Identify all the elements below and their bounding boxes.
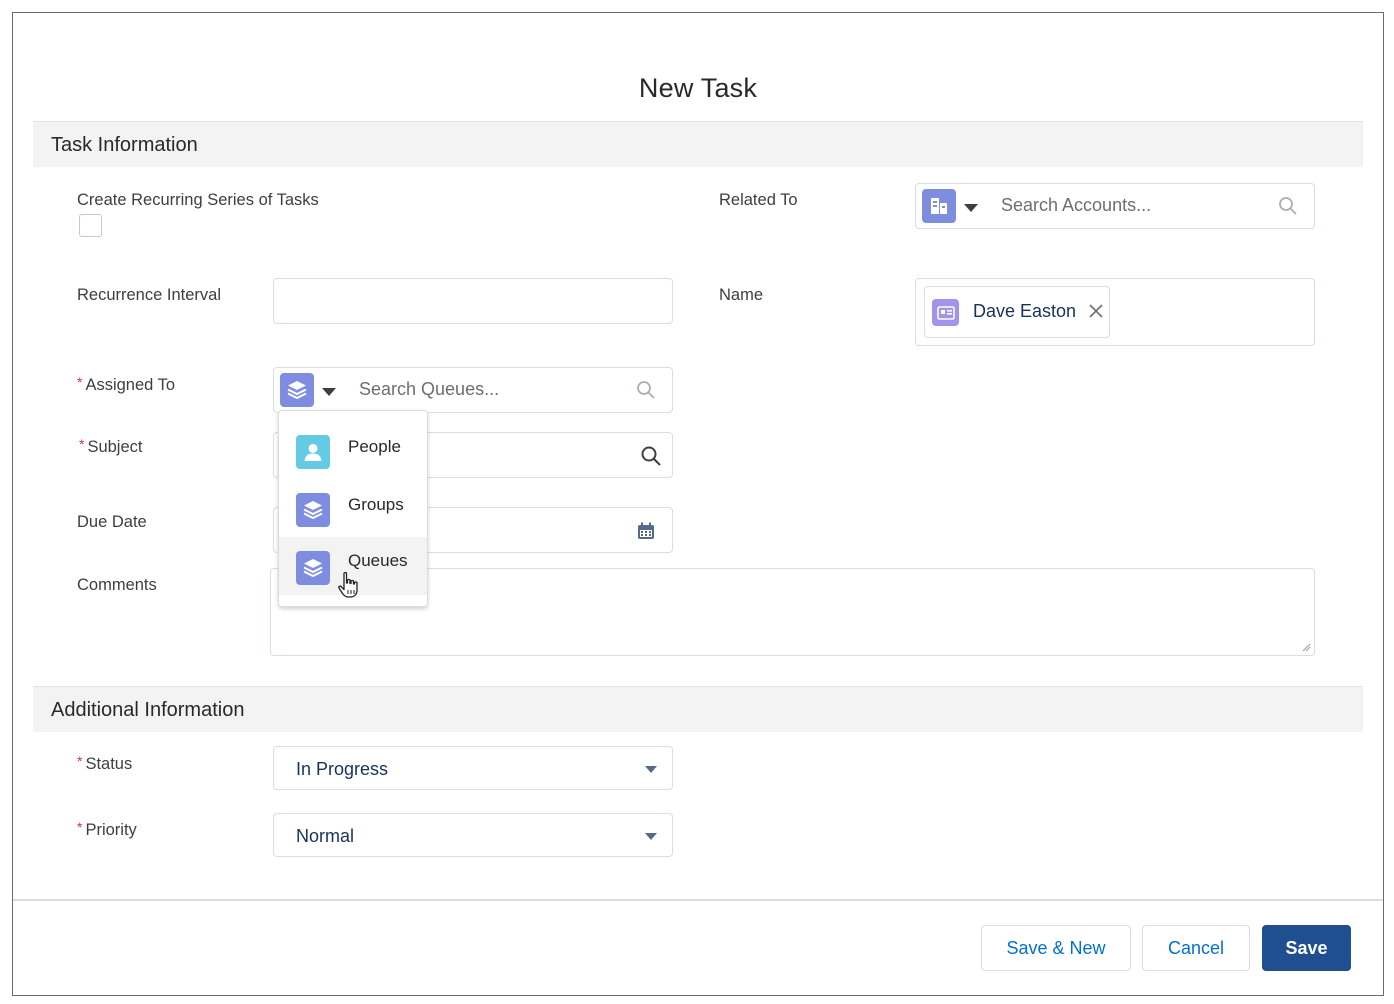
search-icon [1279, 197, 1297, 215]
assigned-to-label-text: Assigned To [85, 376, 176, 394]
selected-contact-pill[interactable]: Dave Easton [924, 286, 1110, 338]
assigned-to-label: * Assigned To [77, 374, 176, 395]
queue-icon[interactable] [280, 373, 314, 407]
selected-contact-name: Dave Easton [973, 301, 1077, 321]
account-icon[interactable] [922, 189, 956, 223]
due-date-label: Due Date [77, 513, 147, 531]
priority-label: * Priority [77, 819, 137, 840]
section-task-information[interactable]: Task Information [33, 121, 1363, 167]
chevron-down-icon [645, 766, 657, 773]
resize-handle-icon[interactable] [1301, 642, 1311, 652]
chevron-down-icon[interactable] [322, 388, 336, 396]
menu-item-label: Queues [348, 551, 408, 570]
status-value: In Progress [296, 759, 389, 779]
new-task-modal: New Task Task Information Create Recurri… [12, 12, 1384, 996]
recurrence-interval-input[interactable] [273, 278, 673, 324]
status-label-text: Status [85, 755, 133, 773]
required-marker: * [77, 819, 83, 835]
chevron-down-icon[interactable] [964, 204, 978, 212]
person-icon [296, 435, 330, 469]
search-icon [641, 446, 661, 466]
menu-item-label: People [348, 437, 401, 456]
modal-title: New Task [638, 73, 758, 103]
related-to-label: Related To [719, 191, 798, 209]
subject-label: * Subject [79, 436, 143, 457]
menu-item-people[interactable]: People [279, 419, 427, 477]
assigned-to-placeholder: Search Queues... [359, 379, 500, 399]
calendar-icon[interactable] [636, 521, 656, 541]
entity-type-menu: People Groups Queues [278, 410, 428, 607]
stack-icon [296, 493, 330, 527]
close-icon[interactable] [1089, 304, 1103, 318]
menu-item-groups[interactable]: Groups [279, 477, 427, 535]
recurring-checkbox[interactable] [79, 214, 102, 237]
name-label: Name [719, 286, 764, 304]
menu-item-label: Groups [348, 495, 404, 514]
priority-label-text: Priority [85, 821, 137, 839]
subject-label-text: Subject [87, 438, 143, 456]
priority-select[interactable]: Normal [273, 813, 673, 857]
cancel-button[interactable]: Cancel [1142, 925, 1250, 971]
menu-item-queues[interactable]: Queues [279, 537, 427, 598]
required-marker: * [77, 753, 83, 769]
recurrence-interval-label: Recurrence Interval [77, 286, 221, 304]
save-button[interactable]: Save [1262, 925, 1351, 971]
status-label: * Status [77, 753, 133, 774]
comments-label: Comments [77, 576, 157, 594]
chevron-down-icon [645, 833, 657, 840]
required-marker: * [77, 374, 83, 390]
stack-icon [296, 551, 330, 585]
status-select[interactable]: In Progress [273, 746, 673, 790]
search-icon [637, 381, 655, 399]
footer-divider [13, 899, 1383, 901]
required-marker: * [79, 436, 85, 452]
recurring-label: Create Recurring Series of Tasks [77, 191, 319, 209]
assigned-to-lookup[interactable]: Search Queues... [273, 367, 673, 413]
priority-value: Normal [296, 826, 355, 846]
contact-icon [932, 299, 959, 326]
section-additional-information[interactable]: Additional Information [33, 686, 1363, 732]
save-new-button[interactable]: Save & New [981, 925, 1131, 971]
name-lookup[interactable]: Dave Easton [915, 278, 1315, 346]
related-to-lookup[interactable]: Search Accounts... [915, 183, 1315, 229]
hand-cursor-icon [338, 571, 358, 598]
related-to-placeholder: Search Accounts... [1001, 195, 1152, 215]
